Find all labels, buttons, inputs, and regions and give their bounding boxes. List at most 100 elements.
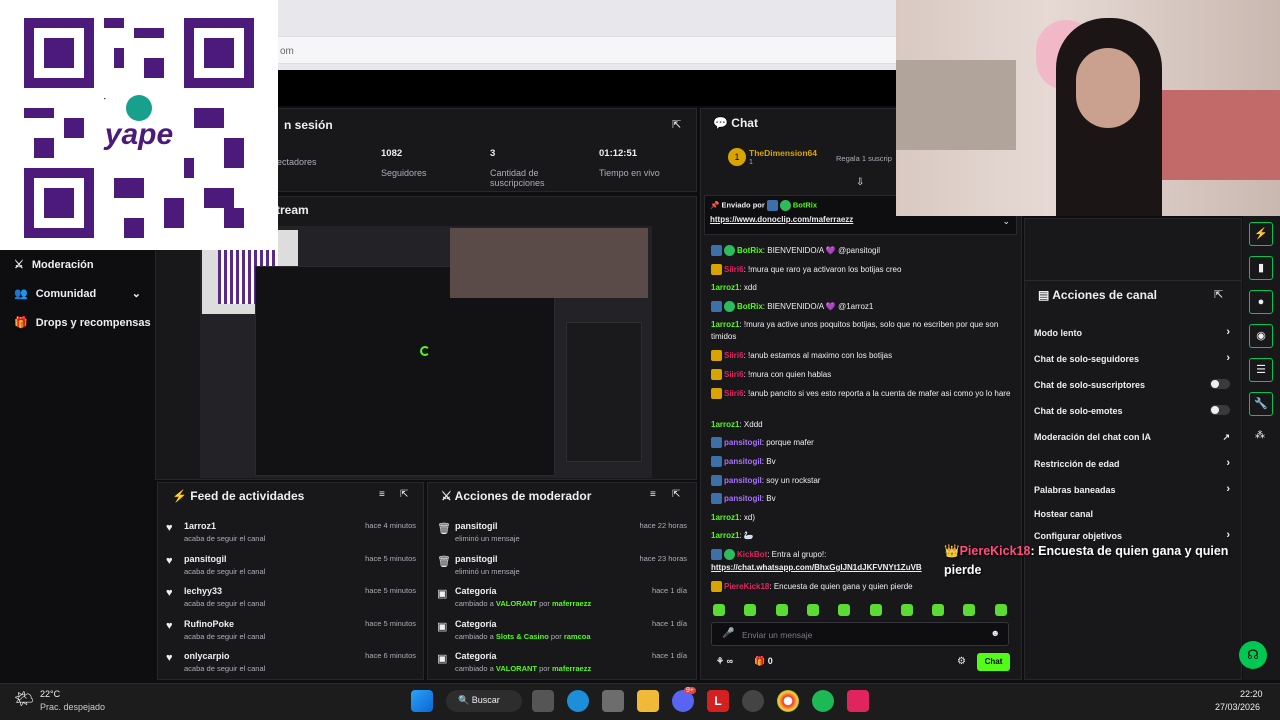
feed-user[interactable]: lechyy33 [184,586,222,596]
stat-label: Seguidores [381,168,427,178]
chat-username[interactable]: Siiri6 [724,351,744,360]
windows-start-icon[interactable] [411,690,433,712]
emoji-icon[interactable]: ☻ [991,628,1000,638]
chat-username[interactable]: 1arroz1 [711,420,739,429]
filter-icon[interactable]: ≡ [650,489,656,500]
chat-username[interactable]: PiereKick18 [724,582,769,591]
emote-icon[interactable] [775,604,788,616]
toggle-switch[interactable] [1210,379,1230,389]
gear-icon[interactable]: ⚙ [957,656,966,667]
channel-action-hostear-canal[interactable]: Hostear canal [1034,509,1230,519]
mod-action-title[interactable]: Categoría [455,619,497,629]
mod-action-title[interactable]: Categoría [455,651,497,661]
sidebar-item-drops[interactable]: 🎁 Drops y recompensas [14,316,151,330]
chat-message: https://chat.whatsapp.com/BhxGgIJN1dJKFV… [711,562,1011,574]
mod-action-title[interactable]: Categoría [455,586,497,596]
mod-action-title[interactable]: pansitogil [455,521,498,531]
emote-icon[interactable] [994,604,1007,616]
app-l-icon[interactable]: L [707,690,729,712]
popout-icon[interactable]: ⇱ [400,489,408,500]
channel-action-chat-de-solo-seguidores[interactable]: Chat de solo-seguidores › [1034,352,1230,364]
emote-icon[interactable] [869,604,882,616]
channel-action-palabras-baneadas[interactable]: Palabras baneadas › [1034,483,1230,495]
feed-user[interactable]: 1arroz1 [184,521,216,531]
stream-preview-video[interactable] [200,226,652,478]
gifts-display[interactable]: 🎁 0 [754,656,773,667]
expand-icon[interactable]: ⇩ [856,177,864,188]
emote-icon[interactable] [806,604,819,616]
channel-action-chat-de-solo-emotes[interactable]: Chat de solo-emotes [1034,405,1230,416]
emote-icon[interactable] [932,604,945,616]
chat-username[interactable]: 1arroz1 [711,283,739,292]
channel-action-modo-lento[interactable]: Modo lento › [1034,326,1230,338]
chat-username[interactable]: Siiri6 [724,370,744,379]
popout-icon[interactable]: ⇱ [1214,288,1223,301]
emote-icon[interactable] [744,604,757,616]
file-explorer-icon[interactable] [637,690,659,712]
emote-icon[interactable] [900,604,913,616]
spotify-icon[interactable] [812,690,834,712]
points-display[interactable]: ⚘ ∞ [716,656,733,667]
emote-icon[interactable] [963,604,976,616]
search-button[interactable]: 🔍 Buscar [446,690,522,712]
sidebar-item-moderacion[interactable]: ⚔ Moderación [14,258,94,272]
chat-username[interactable]: 1arroz1 [711,531,739,540]
channel-action-moderación-del-chat-con-ia[interactable]: Moderación del chat con IA ↗ [1034,432,1230,442]
list-icon[interactable]: ☰ [1249,358,1273,382]
store-icon[interactable] [602,690,624,712]
popout-icon[interactable]: ⇱ [672,489,680,500]
document-icon[interactable]: ▮ [1249,256,1273,280]
chat-username[interactable]: BotRix [737,246,763,255]
desc-prefix: cambiado a [455,631,494,641]
feed-user[interactable]: pansitogil [184,554,227,564]
task-view-icon[interactable] [532,690,554,712]
toggle-switch[interactable] [1210,405,1230,415]
chat-username[interactable]: Siiri6 [724,389,744,398]
chat-username[interactable]: pansitogil [724,457,762,466]
channel-action-chat-de-solo-suscriptores[interactable]: Chat de solo-suscriptores [1034,379,1230,390]
pinned-link[interactable]: https://www.donoclip.com/maferraezz [710,215,853,224]
wrench-icon[interactable]: 🔧 [1249,392,1273,416]
obs-icon[interactable] [742,690,764,712]
chat-username[interactable]: pansitogil [724,438,762,447]
chat-username[interactable]: pansitogil [724,476,762,485]
channel-action-restricción-de-edad[interactable]: Restricción de edad › [1034,457,1230,469]
chat-username[interactable]: 1arroz1 [711,320,739,329]
lightning-icon[interactable]: ⚡ [1249,222,1273,246]
chat-username[interactable]: 1arroz1 [711,513,739,522]
app-icon[interactable] [847,690,869,712]
category-icon: ▣ [437,620,448,633]
chat-username[interactable]: KickBot [737,550,767,559]
mod-action-title[interactable]: pansitogil [455,554,498,564]
feed-user[interactable]: RufinoPoke [184,619,234,629]
chat-username[interactable]: Siiri6 [724,265,744,274]
popout-icon[interactable]: ⇱ [672,118,681,131]
edge-icon[interactable] [567,690,589,712]
chat-username[interactable]: BotRix [737,302,763,311]
emote-icon[interactable] [838,604,851,616]
filter-icon[interactable]: ≡ [379,489,385,500]
send-chat-button[interactable]: Chat [977,653,1010,671]
chrome-icon[interactable] [777,690,799,712]
chat-input[interactable]: 🎤 Enviar un mensaje ☻ [711,622,1009,646]
mod-user[interactable]: maferraezz [552,599,591,608]
chevron-down-icon[interactable]: ⌄ [1002,216,1010,227]
chat-username[interactable]: pansitogil [724,494,762,503]
microphone-icon[interactable]: 🎤 [722,628,734,639]
chat-bubble-icon[interactable]: ● [1249,290,1273,314]
channel-action-configurar-objetivos[interactable]: Configurar objetivos › [1034,529,1230,541]
mod-user[interactable]: maferraezz [552,664,591,673]
broadcast-icon[interactable]: ◉ [1249,324,1273,348]
weather-icon[interactable]: 🌤 [14,689,34,709]
extensions-icon[interactable]: ⁂ [1255,430,1265,441]
mod-user[interactable]: ramcoa [564,632,591,641]
emote-icon[interactable] [713,604,725,616]
chat-message: 1arroz1: Xddd [711,419,1011,431]
pinned-user[interactable]: BotRix [793,200,817,209]
sidebar-item-comunidad[interactable]: 👥 Comunidad ⌄ [14,287,141,301]
support-icon[interactable]: ☊ [1239,641,1267,669]
address-bar[interactable]: om [278,36,896,64]
external-link-icon: ↗ [1222,432,1230,442]
feed-user[interactable]: onlycarpio [184,651,230,661]
gifter-name[interactable]: TheDimension64 [749,148,817,158]
